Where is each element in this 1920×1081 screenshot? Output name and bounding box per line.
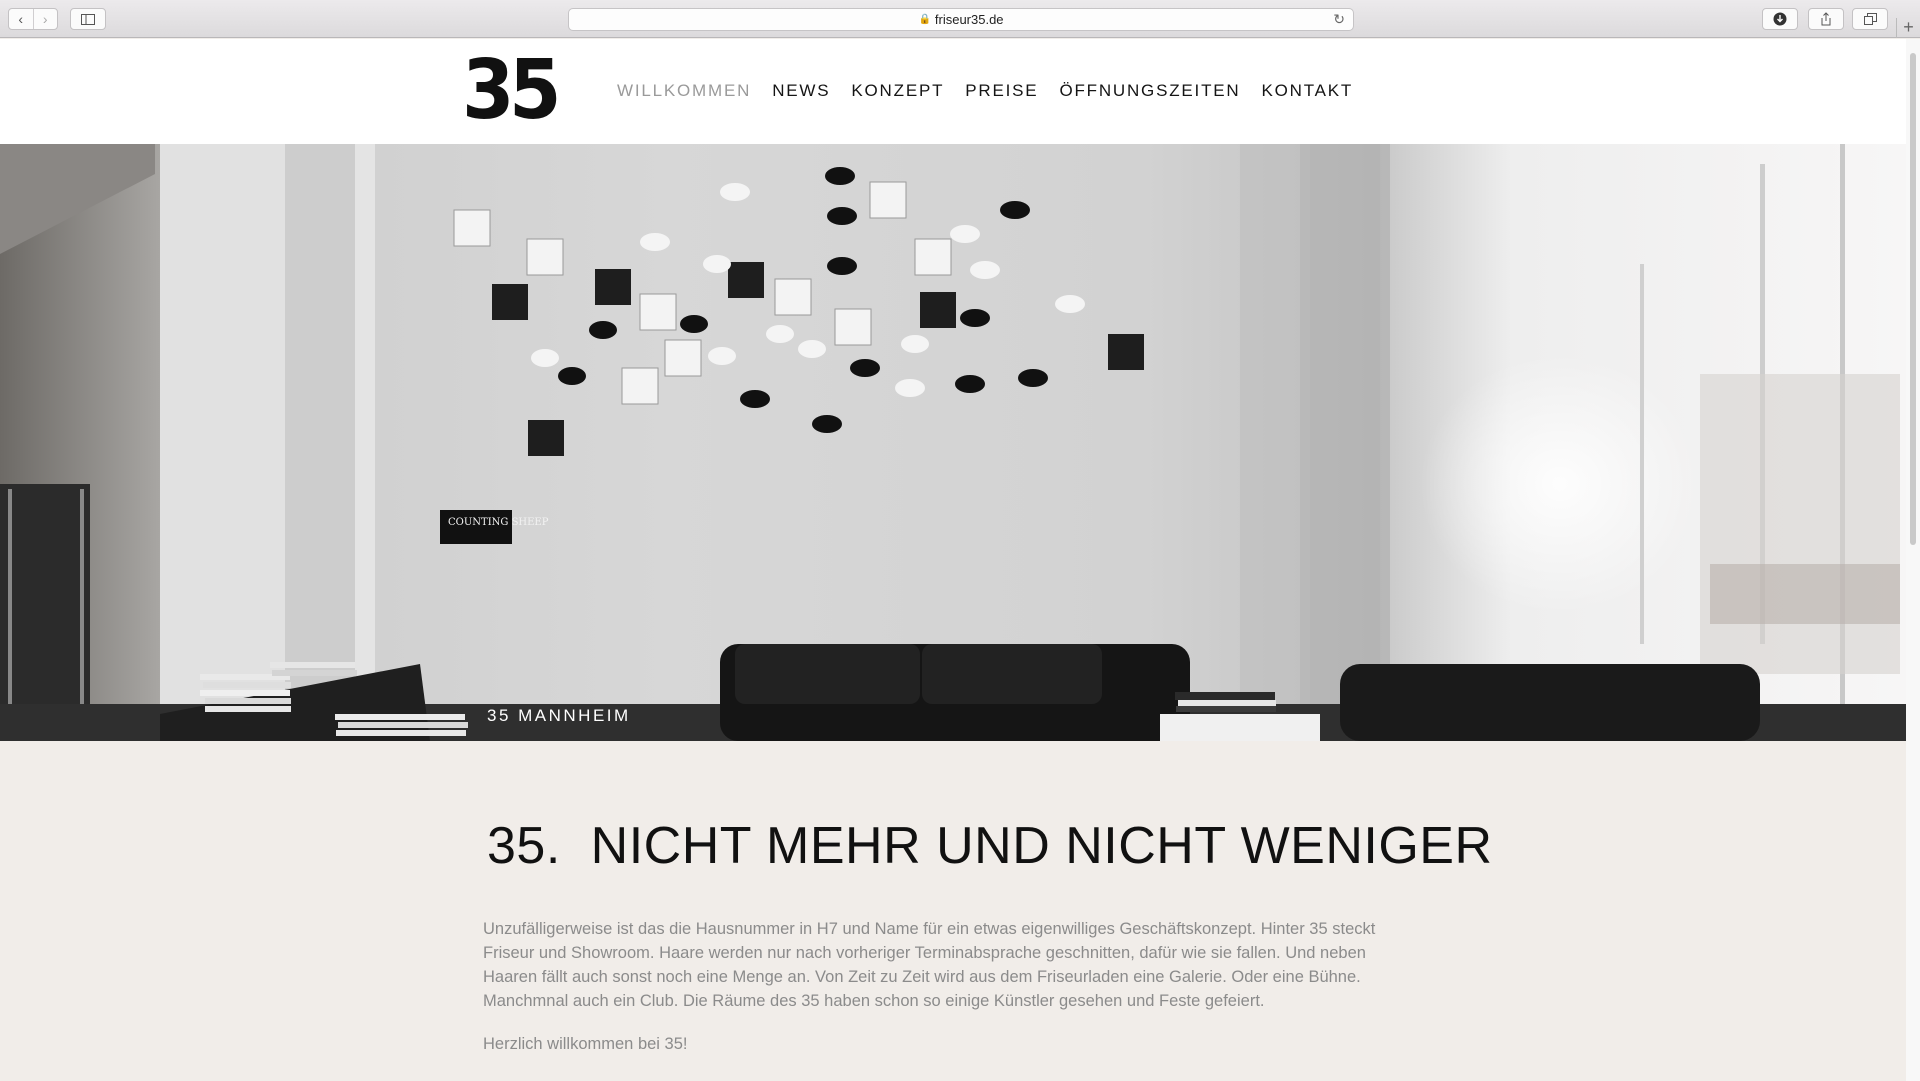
page-title: 35. NICHT MEHR UND NICHT WENIGER <box>487 817 1493 875</box>
forward-icon[interactable]: › <box>32 9 58 29</box>
sidebar-icon[interactable] <box>70 8 106 30</box>
site-logo[interactable]: 35 <box>462 50 561 132</box>
main-navigation: WILLKOMMEN NEWS KONZEPT PREISE ÖFFNUNGSZ… <box>617 81 1374 101</box>
nav-item-konzept[interactable]: KONZEPT <box>851 81 944 101</box>
tabs-overview-icon[interactable] <box>1852 8 1888 30</box>
intro-paragraph: Unzufälligerweise ist das die Hausnummer… <box>483 920 1376 1010</box>
url-text: friseur35.de <box>934 12 1004 27</box>
browser-toolbar: ‹ › 🔒 friseur35.de ↻ + <box>0 0 1920 38</box>
welcome-section: 35. NICHT MEHR UND NICHT WENIGER Unzufäl… <box>0 741 1906 1081</box>
reload-icon[interactable]: ↻ <box>1333 11 1345 28</box>
nav-item-preise[interactable]: PREISE <box>965 81 1038 101</box>
scroll-thumb[interactable] <box>1910 53 1916 545</box>
nav-item-news[interactable]: NEWS <box>772 81 830 101</box>
back-icon[interactable]: ‹ <box>9 9 33 29</box>
counting-sheep-sign: COUNTING SHEEP <box>448 517 549 528</box>
address-bar[interactable]: 🔒 friseur35.de ↻ <box>568 8 1354 31</box>
new-tab-icon[interactable]: + <box>1896 18 1920 38</box>
page-scrollbar[interactable] <box>1906 39 1920 1081</box>
site-header: 35 WILLKOMMEN NEWS KONZEPT PREISE ÖFFNUN… <box>0 39 1906 144</box>
welcome-text: Herzlich willkommen bei 35! <box>483 1035 688 1053</box>
nav-item-willkommen[interactable]: WILLKOMMEN <box>617 81 751 101</box>
share-icon[interactable] <box>1808 8 1844 30</box>
nav-item-kontakt[interactable]: KONTAKT <box>1261 81 1353 101</box>
history-nav: ‹ › <box>8 8 58 30</box>
hero-image: COUNTING SHEEP <box>0 144 1906 741</box>
download-icon[interactable] <box>1762 8 1798 30</box>
nav-item-oeffnungszeiten[interactable]: ÖFFNUNGSZEITEN <box>1059 81 1240 101</box>
hero-caption: 35 MANNHEIM <box>487 706 631 725</box>
lock-icon: 🔒 <box>918 14 931 25</box>
hero-banner: COUNTING SHEEP 35 MANNHEIM <box>0 144 1906 741</box>
